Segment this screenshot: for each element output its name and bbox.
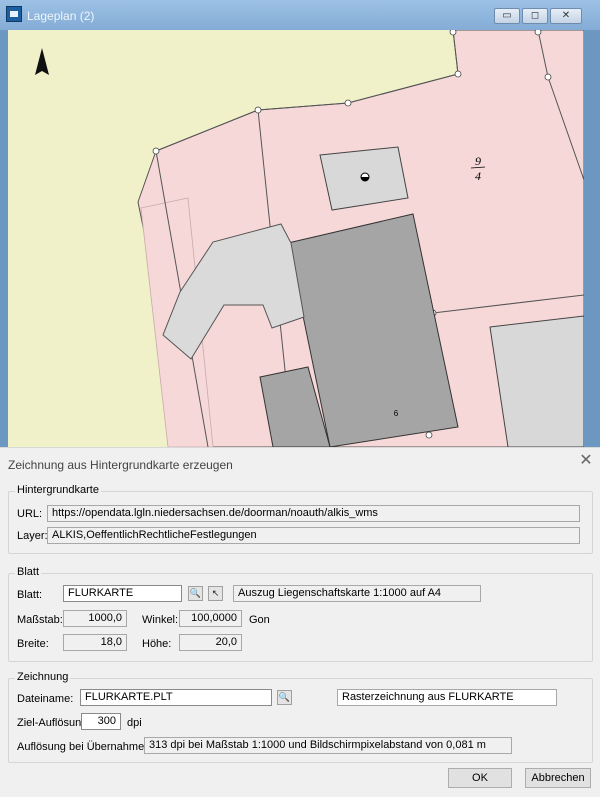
layer-field[interactable]: ALKIS,OeffentlichRechtlicheFestlegungen: [47, 527, 580, 544]
hoehe-label: Höhe:: [142, 638, 172, 650]
massstab-field[interactable]: 1000,0: [63, 610, 127, 627]
layer-label: Layer:: [17, 530, 48, 542]
parcel-number-denominator: 4: [475, 169, 481, 183]
zeichnung-description: Rasterzeichnung aus FLURKARTE: [337, 689, 557, 706]
blatt-pick-icon[interactable]: ↖: [208, 586, 223, 601]
dateiname-label: Dateiname:: [17, 693, 74, 705]
window-titlebar[interactable]: Lageplan (2) ▭ ◻ ✕: [0, 0, 600, 30]
url-label: URL:: [17, 508, 43, 520]
ok-button[interactable]: OK: [448, 768, 512, 788]
cancel-button[interactable]: Abbrechen: [525, 768, 591, 788]
blatt-input[interactable]: FLURKARTE: [63, 585, 182, 602]
group-hintergrundkarte-legend: Hintergrundkarte: [15, 484, 101, 496]
ziel-aufloesung-unit: dpi: [127, 717, 142, 729]
breite-label: Breite:: [17, 638, 49, 650]
window-title: Lageplan (2): [27, 9, 95, 23]
house-number: 6: [394, 409, 399, 418]
winkel-unit: Gon: [249, 614, 270, 626]
group-zeichnung-legend: Zeichnung: [15, 671, 71, 683]
winkel-label: Winkel:: [142, 614, 179, 626]
dialog-close-icon[interactable]: ✕: [578, 453, 594, 469]
dateiname-search-icon[interactable]: 🔍: [277, 690, 292, 705]
ziel-aufloesung-label: Ziel-Auflösung:: [17, 717, 91, 729]
map-window: Lageplan (2) ▭ ◻ ✕ 9 4 6: [0, 0, 600, 447]
dateiname-input[interactable]: FLURKARTE.PLT: [80, 689, 272, 706]
window-close-button[interactable]: ✕: [550, 8, 582, 24]
ziel-aufloesung-input[interactable]: 300: [81, 713, 121, 730]
url-field[interactable]: https://opendata.lgln.niedersachsen.de/d…: [47, 505, 580, 522]
dialog-title: Zeichnung aus Hintergrundkarte erzeugen: [8, 458, 233, 472]
dialog: Zeichnung aus Hintergrundkarte erzeugen …: [0, 447, 600, 797]
app-icon: [6, 6, 22, 22]
hoehe-field[interactable]: 20,0: [179, 634, 242, 651]
maximize-button[interactable]: ◻: [522, 8, 548, 24]
group-blatt-legend: Blatt: [15, 566, 42, 578]
blatt-search-icon[interactable]: 🔍: [188, 586, 203, 601]
aufloesung-label: Auflösung bei Übernahme 1:1: [17, 741, 163, 753]
blatt-description: Auszug Liegenschaftskarte 1:1000 auf A4: [233, 585, 481, 602]
blatt-label: Blatt:: [17, 589, 43, 601]
breite-field[interactable]: 18,0: [63, 634, 127, 651]
winkel-field[interactable]: 100,0000: [179, 610, 242, 627]
map-canvas[interactable]: 9 4 6: [8, 30, 584, 447]
massstab-label: Maßstab:: [17, 614, 63, 626]
parcel-number-numerator: 9: [475, 154, 481, 168]
aufloesung-field: 313 dpi bei Maßstab 1:1000 und Bildschir…: [144, 737, 512, 754]
minimize-button[interactable]: ▭: [494, 8, 520, 24]
group-hintergrundkarte: Hintergrundkarte: [8, 484, 593, 554]
